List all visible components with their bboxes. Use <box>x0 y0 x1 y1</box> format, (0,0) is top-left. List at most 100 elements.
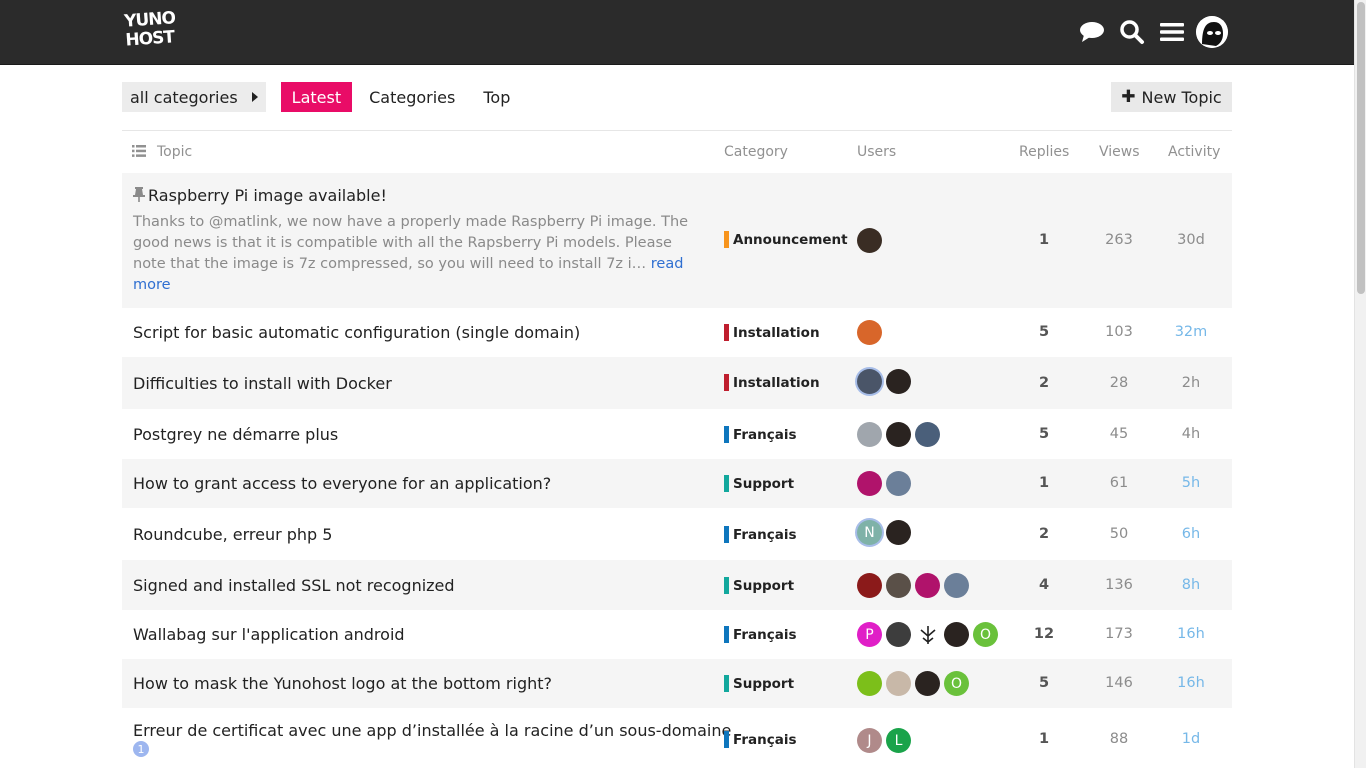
view-count: 50 <box>1109 526 1129 542</box>
category-badge[interactable]: Français <box>724 526 797 543</box>
table-row: How to grant access to everyone for an a… <box>122 459 1232 508</box>
category-badge[interactable]: Installation <box>724 324 820 341</box>
activity-time[interactable]: 32m <box>1166 324 1216 340</box>
user-avatar[interactable] <box>857 320 882 345</box>
user-avatar[interactable]: N <box>857 520 882 545</box>
activity-time[interactable]: 16h <box>1166 675 1216 691</box>
topic-users: N <box>857 520 915 545</box>
category-dropdown[interactable]: all categories <box>122 82 266 112</box>
yunohost-logo[interactable]: YUNO HOST <box>124 8 176 54</box>
page-scrollbar[interactable] <box>1354 0 1366 768</box>
user-avatar[interactable]: O <box>973 622 998 647</box>
user-avatar[interactable] <box>857 671 882 696</box>
user-avatar[interactable] <box>857 471 882 496</box>
user-avatar[interactable] <box>886 573 911 598</box>
category-name: Français <box>733 731 797 748</box>
pin-icon <box>133 187 145 206</box>
topic-title[interactable]: Postgrey ne démarre plus <box>133 425 338 444</box>
view-count: 45 <box>1109 426 1129 442</box>
category-name: Installation <box>733 374 820 391</box>
category-badge[interactable]: Français <box>724 426 797 443</box>
new-topic-button[interactable]: ✚ New Topic <box>1111 82 1232 112</box>
category-color-bar <box>724 374 729 391</box>
table-row: Erreur de certificat avec une app d’inst… <box>122 708 1232 768</box>
table-row: Roundcube, erreur php 5 Français N 2 50 … <box>122 508 1232 560</box>
user-avatar[interactable] <box>886 520 911 545</box>
user-avatar[interactable] <box>944 573 969 598</box>
category-badge[interactable]: Français <box>724 731 797 748</box>
user-avatar[interactable] <box>857 422 882 447</box>
topic-title[interactable]: Wallabag sur l'application android <box>133 625 405 644</box>
activity-time[interactable]: 30d <box>1166 232 1216 248</box>
user-avatar[interactable]: O <box>944 671 969 696</box>
topic-users <box>857 320 886 345</box>
topic-title[interactable]: Script for basic automatic configuration… <box>133 323 580 342</box>
column-replies[interactable]: Replies <box>1019 144 1069 160</box>
topic-excerpt: Thanks to @matlink, we now have a proper… <box>133 212 703 296</box>
category-badge[interactable]: Announcement <box>724 231 848 248</box>
activity-time[interactable]: 6h <box>1166 526 1216 542</box>
user-avatar[interactable] <box>886 471 911 496</box>
current-user-avatar[interactable] <box>1196 16 1228 48</box>
topic-title[interactable]: How to grant access to everyone for an a… <box>133 474 551 493</box>
user-avatar[interactable] <box>915 573 940 598</box>
topic-title[interactable]: How to mask the Yunohost logo at the bot… <box>133 674 552 693</box>
view-count: 28 <box>1109 375 1129 391</box>
activity-time[interactable]: 16h <box>1166 626 1216 642</box>
user-avatar[interactable]: J <box>857 728 882 753</box>
user-avatar[interactable] <box>886 422 911 447</box>
category-color-bar <box>724 231 729 248</box>
table-row: How to mask the Yunohost logo at the bot… <box>122 659 1232 708</box>
view-count: 263 <box>1105 232 1133 248</box>
tab-top[interactable]: Top <box>472 82 521 112</box>
category-color-bar <box>724 475 729 492</box>
tab-categories[interactable]: Categories <box>358 82 466 112</box>
user-avatar[interactable] <box>915 671 940 696</box>
category-badge[interactable]: Support <box>724 475 794 492</box>
user-avatar[interactable] <box>915 622 940 647</box>
activity-time[interactable]: 2h <box>1166 375 1216 391</box>
activity-time[interactable]: 5h <box>1166 475 1216 491</box>
user-avatar[interactable] <box>915 422 940 447</box>
user-avatar[interactable] <box>886 369 911 394</box>
user-avatar[interactable]: L <box>886 728 911 753</box>
category-color-bar <box>724 626 729 643</box>
tab-latest[interactable]: Latest <box>280 82 353 112</box>
unread-count-badge[interactable]: 1 <box>133 741 149 757</box>
search-icon[interactable] <box>1118 18 1146 46</box>
topic-users <box>857 228 886 253</box>
user-avatar[interactable] <box>857 369 882 394</box>
activity-time[interactable]: 1d <box>1166 731 1216 747</box>
activity-time[interactable]: 4h <box>1166 426 1216 442</box>
topic-title[interactable]: Signed and installed SSL not recognized <box>133 576 455 595</box>
view-count: 88 <box>1109 731 1129 747</box>
category-name: Français <box>733 426 797 443</box>
topic-users <box>857 422 944 447</box>
user-avatar[interactable] <box>857 573 882 598</box>
category-badge[interactable]: Installation <box>724 374 820 391</box>
topic-title[interactable]: Roundcube, erreur php 5 <box>133 525 332 544</box>
hamburger-menu-icon[interactable] <box>1158 18 1186 46</box>
column-views[interactable]: Views <box>1099 144 1140 160</box>
view-count: 136 <box>1105 577 1133 593</box>
scrollbar-thumb[interactable] <box>1357 2 1365 294</box>
column-activity[interactable]: Activity <box>1168 144 1220 160</box>
category-badge[interactable]: Support <box>724 577 794 594</box>
column-topic[interactable]: Topic <box>157 144 192 160</box>
topic-title[interactable]: Raspberry Pi image available! <box>133 186 387 206</box>
column-category[interactable]: Category <box>724 144 788 160</box>
topic-title[interactable]: Difficulties to install with Docker <box>133 374 392 393</box>
user-avatar[interactable] <box>886 671 911 696</box>
chat-icon[interactable] <box>1078 18 1106 46</box>
user-avatar[interactable]: P <box>857 622 882 647</box>
site-header: YUNO HOST <box>0 0 1354 65</box>
activity-time[interactable]: 8h <box>1166 577 1216 593</box>
topic-title[interactable]: Erreur de certificat avec une app d’inst… <box>133 721 731 740</box>
list-icon[interactable] <box>132 145 146 157</box>
user-avatar[interactable] <box>944 622 969 647</box>
user-avatar[interactable] <box>857 228 882 253</box>
category-badge[interactable]: Support <box>724 675 794 692</box>
category-badge[interactable]: Français <box>724 626 797 643</box>
topic-users <box>857 573 973 598</box>
user-avatar[interactable] <box>886 622 911 647</box>
